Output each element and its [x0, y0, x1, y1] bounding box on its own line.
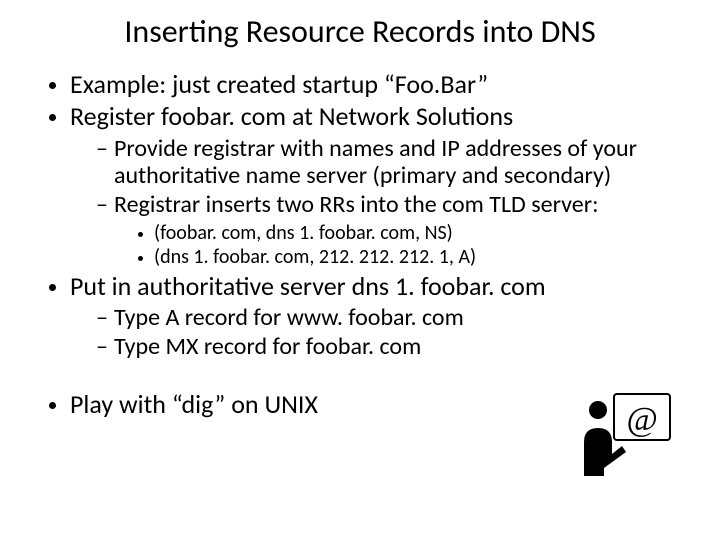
bullet-text: Put in authoritative server dns 1. fooba… [70, 270, 546, 302]
bullet-item: Provide registrar with names and IP addr… [96, 136, 680, 190]
bullet-list-level3: (foobar. com, dns 1. foobar. com, NS) (d… [114, 221, 680, 269]
bullet-list-level2: Provide registrar with names and IP addr… [70, 136, 680, 269]
bullet-text: Registrar inserts two RRs into the com T… [114, 190, 599, 219]
svg-text:@: @ [626, 401, 657, 438]
bullet-item: Register foobar. com at Network Solution… [70, 101, 680, 268]
bullet-item: (dns 1. foobar. com, 212. 212. 212. 1, A… [154, 245, 680, 269]
bullet-item: Put in authoritative server dns 1. fooba… [70, 271, 680, 361]
bullet-item: Registrar inserts two RRs into the com T… [96, 192, 680, 269]
bullet-item: Example: just created startup “Foo.Bar” [70, 69, 680, 100]
bullet-list-level1: Example: just created startup “Foo.Bar” … [40, 69, 680, 420]
bullet-item: Type MX record for foobar. com [96, 334, 680, 361]
bullet-text: Register foobar. com at Network Solution… [70, 100, 513, 132]
at-symbol-person-icon: @ [570, 388, 680, 478]
bullet-item: (foobar. com, dns 1. foobar. com, NS) [154, 221, 680, 245]
bullet-item: Type A record for www. foobar. com [96, 305, 680, 332]
bullet-list-level2: Type A record for www. foobar. com Type … [70, 305, 680, 361]
slide-title: Inserting Resource Records into DNS [40, 14, 680, 51]
slide: Inserting Resource Records into DNS Exam… [0, 0, 720, 540]
